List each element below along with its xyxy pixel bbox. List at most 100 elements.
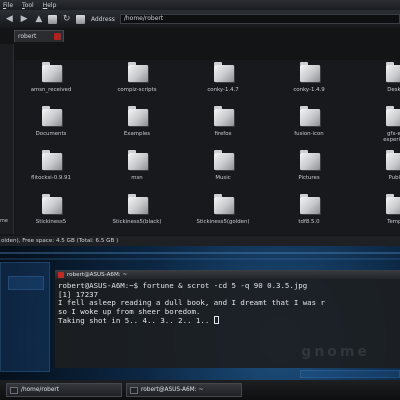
close-icon[interactable] [58,271,64,278]
file-label: Documents [35,131,67,137]
close-tab-icon[interactable] [54,33,61,40]
file-label: Stickiness5(black) [112,219,162,225]
folder-icon [128,194,148,214]
folder-icon [128,106,148,126]
taskbar-label: /home/robert [21,387,60,393]
folder-icon [386,62,400,82]
file-label: tdf8.5.0 [298,219,320,225]
file-item[interactable]: Stickiness5(black) [94,192,180,234]
folder-icon [214,106,234,126]
forward-icon[interactable]: ▶ [19,14,30,24]
folder-icon [300,194,320,214]
tab-bar: robert [0,28,400,62]
address-label: Address [90,15,115,23]
folder-icon [128,150,148,170]
folder-icon [214,194,234,214]
file-label: Stickiness5 [35,219,67,225]
terminal-icon [130,386,138,394]
file-label: Stickiness5(golden) [196,219,250,225]
folder-icon[interactable] [75,14,85,24]
toolbar: ◀ ▶ ▲ ↻ Address /home/robert [0,10,400,28]
file-item[interactable]: Templ [352,192,400,234]
menubar: File Tool Help [0,0,400,10]
folder-icon [214,150,234,170]
wallpaper-stripe [0,252,400,254]
file-item[interactable]: Examples [94,104,180,146]
file-item[interactable]: Publi [352,148,400,190]
folder-icon [386,194,400,214]
tab-label: robert [18,33,37,40]
taskbar-label: robert@ASUS-A6M: ~ [141,387,204,393]
address-input[interactable]: /home/robert [119,14,400,24]
file-item[interactable]: compiz-scripts [94,60,180,102]
file-item[interactable]: msn [94,148,180,190]
back-icon[interactable]: ◀ [4,14,15,24]
file-item[interactable]: fusion-icon [266,104,352,146]
terminal-title: robert@ASUS-A6M: ~ [67,271,128,278]
file-item[interactable]: Stickiness5 [8,192,94,234]
file-item[interactable]: Pictures [266,148,352,190]
file-label: Publi [388,175,400,181]
file-item[interactable]: Music [180,148,266,190]
taskbar-button-file-manager[interactable]: /home/robert [6,383,122,397]
taskbar-button-terminal[interactable]: robert@ASUS-A6M: ~ [126,383,242,397]
file-label: fusion-icon [294,131,324,137]
menu-help[interactable]: Help [43,2,57,9]
terminal-line-text: Taking shot in 5.. 4.. 3.. 2.. 1.. [58,316,214,326]
gnome-watermark: gnome [301,344,370,360]
up-icon[interactable]: ▲ [34,14,45,24]
file-item[interactable]: amsn_received [8,60,94,102]
terminal-titlebar[interactable]: robert@ASUS-A6M: ~ [55,270,400,279]
terminal-line: so I woke up from sheer boredom. [58,306,201,316]
wallpaper-stripe [0,258,400,260]
file-manager-window: File Tool Help ◀ ▶ ▲ ↻ Address /home/rob… [0,0,400,246]
file-label: compiz-scripts [117,87,157,93]
tab-robert[interactable]: robert [14,30,64,42]
folder-icon [42,106,62,126]
file-item[interactable]: Stickiness5(golden) [180,192,266,234]
file-label: msn [131,175,143,181]
file-item[interactable]: flitocksi-0.9.91 [8,148,94,190]
file-item[interactable]: Documents [8,104,94,146]
folder-icon [386,106,400,126]
refresh-icon[interactable]: ↻ [61,14,72,24]
file-item[interactable]: firefox [180,104,266,146]
file-item[interactable]: gfx-er experien [352,104,400,146]
folder-icon [300,150,320,170]
file-grid: amsn_received compiz-scripts conky-1.4.7 co… [16,60,400,235]
file-item[interactable]: conky-1.4.9 [266,60,352,102]
file-manager-icon [10,386,18,394]
file-item[interactable]: Deskt [352,60,400,102]
folder-icon [42,62,62,82]
menu-file[interactable]: File [3,2,13,9]
folder-icon [300,62,320,82]
file-label: conky-1.4.9 [293,87,325,93]
side-pane-label: me [0,218,8,224]
bottom-panel: /home/robert robert@ASUS-A6M: ~ [0,380,400,400]
menu-tool[interactable]: Tool [22,2,34,9]
file-item[interactable]: tdf8.5.0 [266,192,352,234]
terminal-line: robert@ASUS-A6M:~$ fortune & scrot -cd 5… [58,281,308,290]
file-label: firefox [214,131,232,137]
terminal-window: robert@ASUS-A6M: ~ robert@ASUS-A6M:~$ fo… [55,270,400,368]
home-icon[interactable] [48,14,58,24]
terminal-line: Taking shot in 5.. 4.. 3.. 2.. 1.. [58,316,397,326]
file-label: flitocksi-0.9.91 [31,175,71,181]
file-label: Templ [387,219,400,225]
file-label: gfx-er experien [383,131,400,143]
folder-icon [128,62,148,82]
folder-icon [300,106,320,126]
file-label: amsn_received [30,87,72,93]
file-label: Pictures [298,175,320,181]
folder-icon [42,150,62,170]
file-item[interactable]: conky-1.4.7 [180,60,266,102]
folder-icon [214,62,234,82]
wallpaper-panel-shape [8,276,44,290]
terminal-cursor [213,316,219,325]
file-label: Examples [123,131,151,137]
file-label: Music [215,175,231,181]
file-label: conky-1.4.7 [207,87,239,93]
file-label: Deskt [387,87,400,93]
folder-icon [42,194,62,214]
wallpaper-panel-shape [300,370,400,378]
